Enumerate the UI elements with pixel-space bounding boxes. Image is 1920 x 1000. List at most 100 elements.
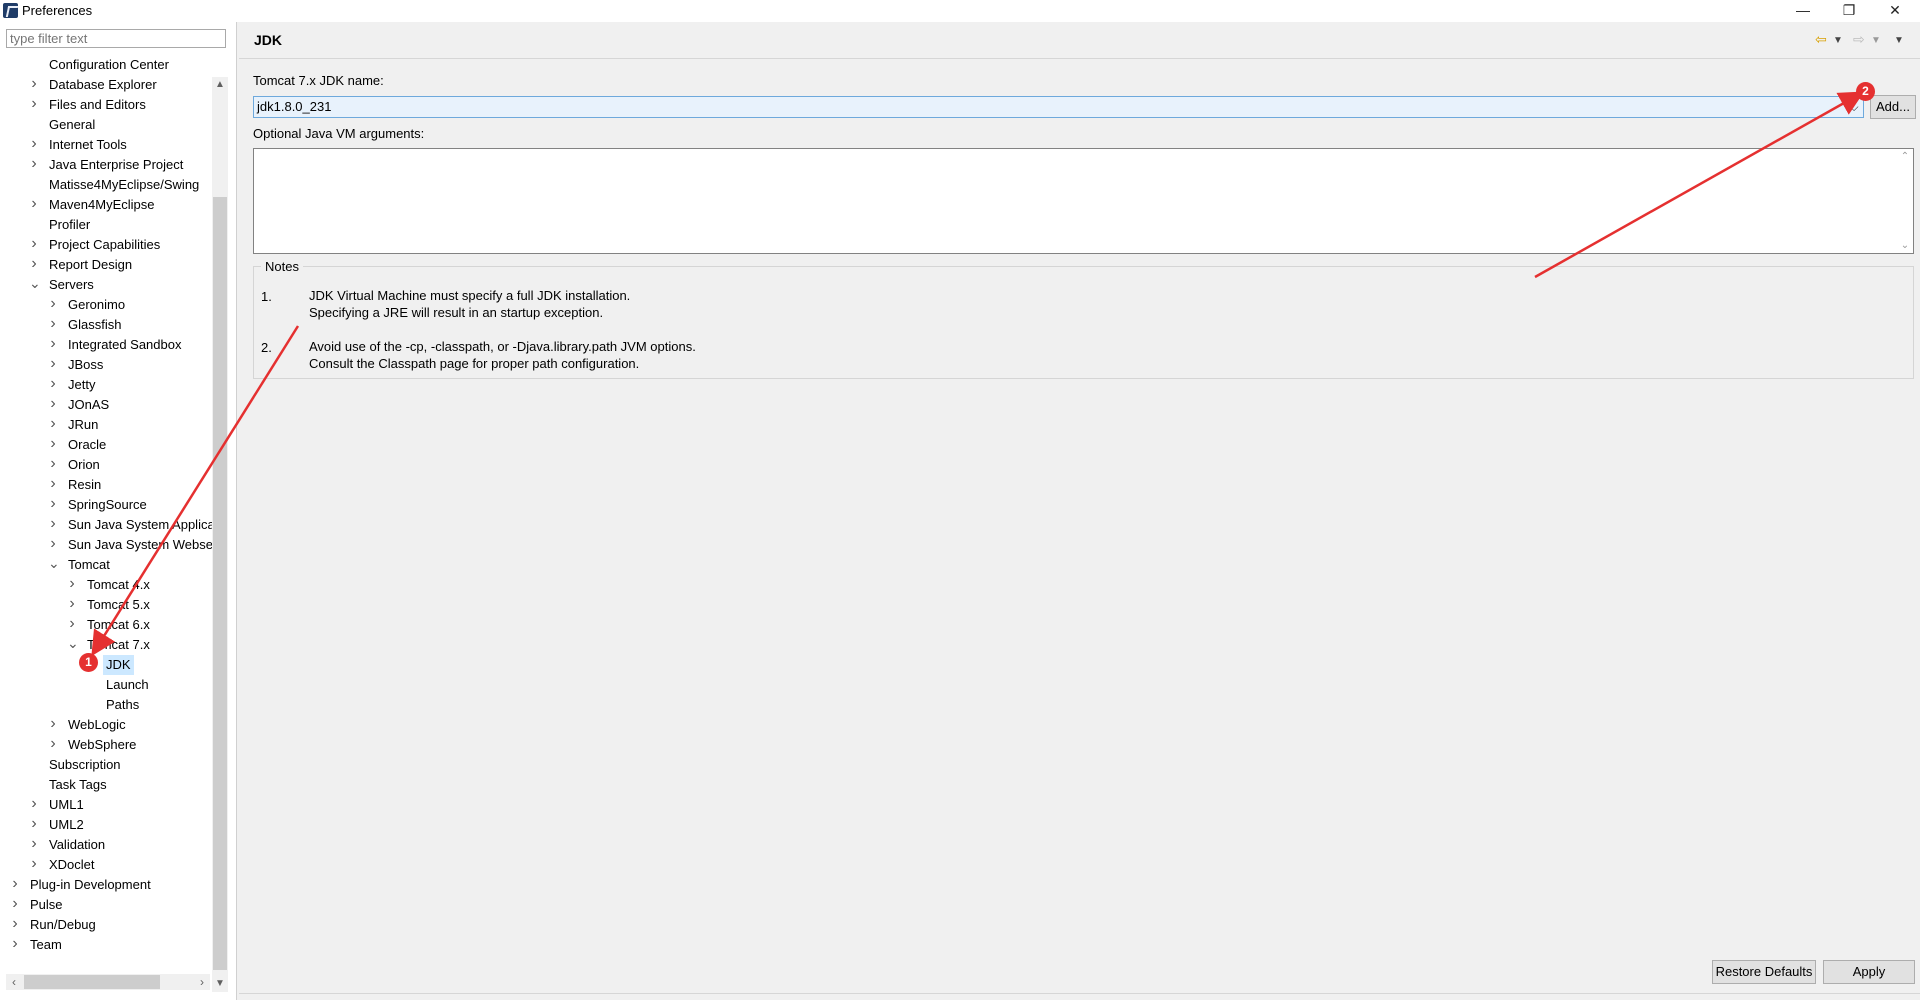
tree-vertical-scrollbar[interactable]: ▲ ▼ bbox=[212, 77, 228, 992]
tree-item-label: Maven4MyEclipse bbox=[49, 197, 155, 212]
tree-item-label: Files and Editors bbox=[49, 97, 146, 112]
chevron-right-icon[interactable] bbox=[67, 595, 77, 615]
scroll-down-icon[interactable]: ▼ bbox=[212, 976, 228, 992]
chevron-down-icon[interactable] bbox=[48, 555, 58, 575]
chevron-right-icon[interactable] bbox=[29, 255, 39, 275]
chevron-right-icon[interactable] bbox=[10, 915, 20, 935]
view-menu-chevron-icon[interactable]: ▼ bbox=[1894, 35, 1904, 46]
close-button[interactable]: ✕ bbox=[1872, 0, 1918, 22]
jdk-name-combo[interactable]: jdk1.8.0_231 ⌵ bbox=[253, 96, 1864, 118]
tree-item-label: Project Capabilities bbox=[49, 237, 161, 252]
tree-item-label: Servers bbox=[49, 277, 94, 292]
tree-item-label: Integrated Sandbox bbox=[68, 337, 182, 352]
chevron-right-icon[interactable] bbox=[48, 515, 58, 535]
chevron-down-icon[interactable] bbox=[67, 635, 77, 655]
tree-item-label: Glassfish bbox=[68, 317, 122, 332]
note-number: 1. bbox=[261, 289, 272, 304]
tree-item-label: Database Explorer bbox=[49, 77, 157, 92]
tree-item-label: Launch bbox=[106, 677, 149, 692]
chevron-right-icon[interactable] bbox=[67, 615, 77, 635]
chevron-right-icon[interactable] bbox=[48, 375, 58, 395]
tree-horizontal-scrollbar[interactable]: ‹ › bbox=[6, 974, 210, 990]
chevron-right-icon[interactable] bbox=[29, 235, 39, 255]
tree-item-label: Profiler bbox=[49, 217, 91, 232]
tree-item-label: Report Design bbox=[49, 257, 133, 272]
back-menu-chevron-icon[interactable]: ▼ bbox=[1833, 35, 1843, 46]
tree-item-label: Matisse4MyEclipse/Swing bbox=[49, 177, 200, 192]
chevron-right-icon[interactable] bbox=[48, 415, 58, 435]
chevron-right-icon[interactable] bbox=[48, 475, 58, 495]
tree-item-label: Orion bbox=[68, 457, 100, 472]
chevron-right-icon[interactable] bbox=[48, 735, 58, 755]
chevron-right-icon[interactable] bbox=[29, 855, 39, 875]
chevron-right-icon[interactable] bbox=[29, 155, 39, 175]
tree-item-label: Subscription bbox=[49, 757, 121, 772]
chevron-right-icon[interactable] bbox=[48, 355, 58, 375]
note-number: 2. bbox=[261, 340, 272, 355]
app-icon bbox=[3, 3, 18, 18]
restore-button[interactable]: ❐ bbox=[1826, 0, 1872, 22]
back-arrow-icon[interactable]: ⇦ bbox=[1815, 31, 1827, 48]
filter-input[interactable] bbox=[6, 29, 226, 48]
chevron-right-icon[interactable] bbox=[48, 335, 58, 355]
forward-arrow-icon[interactable]: ⇨ bbox=[1853, 31, 1865, 48]
chevron-right-icon[interactable] bbox=[48, 715, 58, 735]
chevron-down-icon[interactable] bbox=[29, 275, 39, 295]
scroll-right-icon[interactable]: › bbox=[194, 974, 210, 990]
chevron-right-icon[interactable] bbox=[10, 935, 20, 955]
tree-item-label: Sun Java System Applica bbox=[68, 517, 212, 532]
chevron-right-icon[interactable] bbox=[67, 575, 77, 595]
annotation-badge-1: 1 bbox=[79, 653, 98, 672]
tree-item-label: UML2 bbox=[49, 817, 84, 832]
chevron-right-icon[interactable] bbox=[48, 435, 58, 455]
chevron-right-icon[interactable] bbox=[29, 795, 39, 815]
chevron-right-icon[interactable] bbox=[48, 535, 58, 555]
tree-item-label: Tomcat 4.x bbox=[87, 577, 150, 592]
chevron-right-icon[interactable] bbox=[48, 455, 58, 475]
chevron-right-icon[interactable] bbox=[29, 75, 39, 95]
tree-item-label: SpringSource bbox=[68, 497, 147, 512]
vm-args-textarea[interactable]: ⌃ ⌄ bbox=[253, 148, 1914, 254]
tree-item-label: Validation bbox=[49, 837, 106, 852]
chevron-right-icon[interactable] bbox=[29, 835, 39, 855]
textarea-scroll-down-icon[interactable]: ⌄ bbox=[1899, 240, 1911, 251]
tree-item-label: Resin bbox=[68, 477, 102, 492]
chevron-right-icon[interactable] bbox=[10, 875, 20, 895]
chevron-right-icon[interactable] bbox=[48, 395, 58, 415]
chevron-down-icon[interactable]: ⌵ bbox=[1847, 98, 1861, 116]
chevron-right-icon[interactable] bbox=[29, 95, 39, 115]
minimize-button[interactable]: — bbox=[1780, 0, 1826, 22]
tree-item-label: Geronimo bbox=[68, 297, 126, 312]
chevron-right-icon[interactable] bbox=[48, 315, 58, 335]
preferences-tree-pane: Configuration Center Database Explorer Fil… bbox=[0, 22, 237, 1000]
restore-defaults-button[interactable]: Restore Defaults bbox=[1712, 960, 1816, 984]
tree-item-label: XDoclet bbox=[49, 857, 95, 872]
tree-item-label: Configuration Center bbox=[49, 57, 169, 72]
chevron-right-icon[interactable] bbox=[29, 195, 39, 215]
chevron-right-icon[interactable] bbox=[48, 495, 58, 515]
scroll-up-icon[interactable]: ▲ bbox=[212, 77, 228, 93]
tree-item-label: Run/Debug bbox=[30, 917, 96, 932]
scrollbar-thumb[interactable] bbox=[213, 197, 227, 970]
tree-item-label: JDK bbox=[103, 655, 134, 675]
header-divider bbox=[239, 58, 1920, 59]
hscrollbar-thumb[interactable] bbox=[24, 975, 160, 989]
tree-item-label: Internet Tools bbox=[49, 137, 127, 152]
apply-button[interactable]: Apply bbox=[1823, 960, 1915, 984]
chevron-right-icon[interactable] bbox=[48, 295, 58, 315]
tree-item-label: Paths bbox=[106, 697, 140, 712]
chevron-right-icon[interactable] bbox=[10, 895, 20, 915]
scroll-left-icon[interactable]: ‹ bbox=[6, 974, 22, 990]
tree-item-label: JRun bbox=[68, 417, 99, 432]
tree-item-label: WebLogic bbox=[68, 717, 126, 732]
add-jdk-button[interactable]: Add... bbox=[1870, 95, 1916, 119]
forward-menu-chevron-icon[interactable]: ▼ bbox=[1871, 35, 1881, 46]
chevron-right-icon[interactable] bbox=[29, 815, 39, 835]
textarea-scroll-up-icon[interactable]: ⌃ bbox=[1899, 151, 1911, 162]
note-line: Consult the Classpath page for proper pa… bbox=[309, 356, 640, 371]
note-line: Avoid use of the -cp, -classpath, or -Dj… bbox=[309, 339, 696, 354]
preference-page: JDK ⇦ ▼ ⇨ ▼ ▼ Tomcat 7.x JDK name: jdk1.… bbox=[239, 22, 1920, 1000]
chevron-right-icon[interactable] bbox=[29, 135, 39, 155]
annotation-badge-2: 2 bbox=[1856, 82, 1875, 101]
page-title: JDK bbox=[254, 32, 283, 48]
